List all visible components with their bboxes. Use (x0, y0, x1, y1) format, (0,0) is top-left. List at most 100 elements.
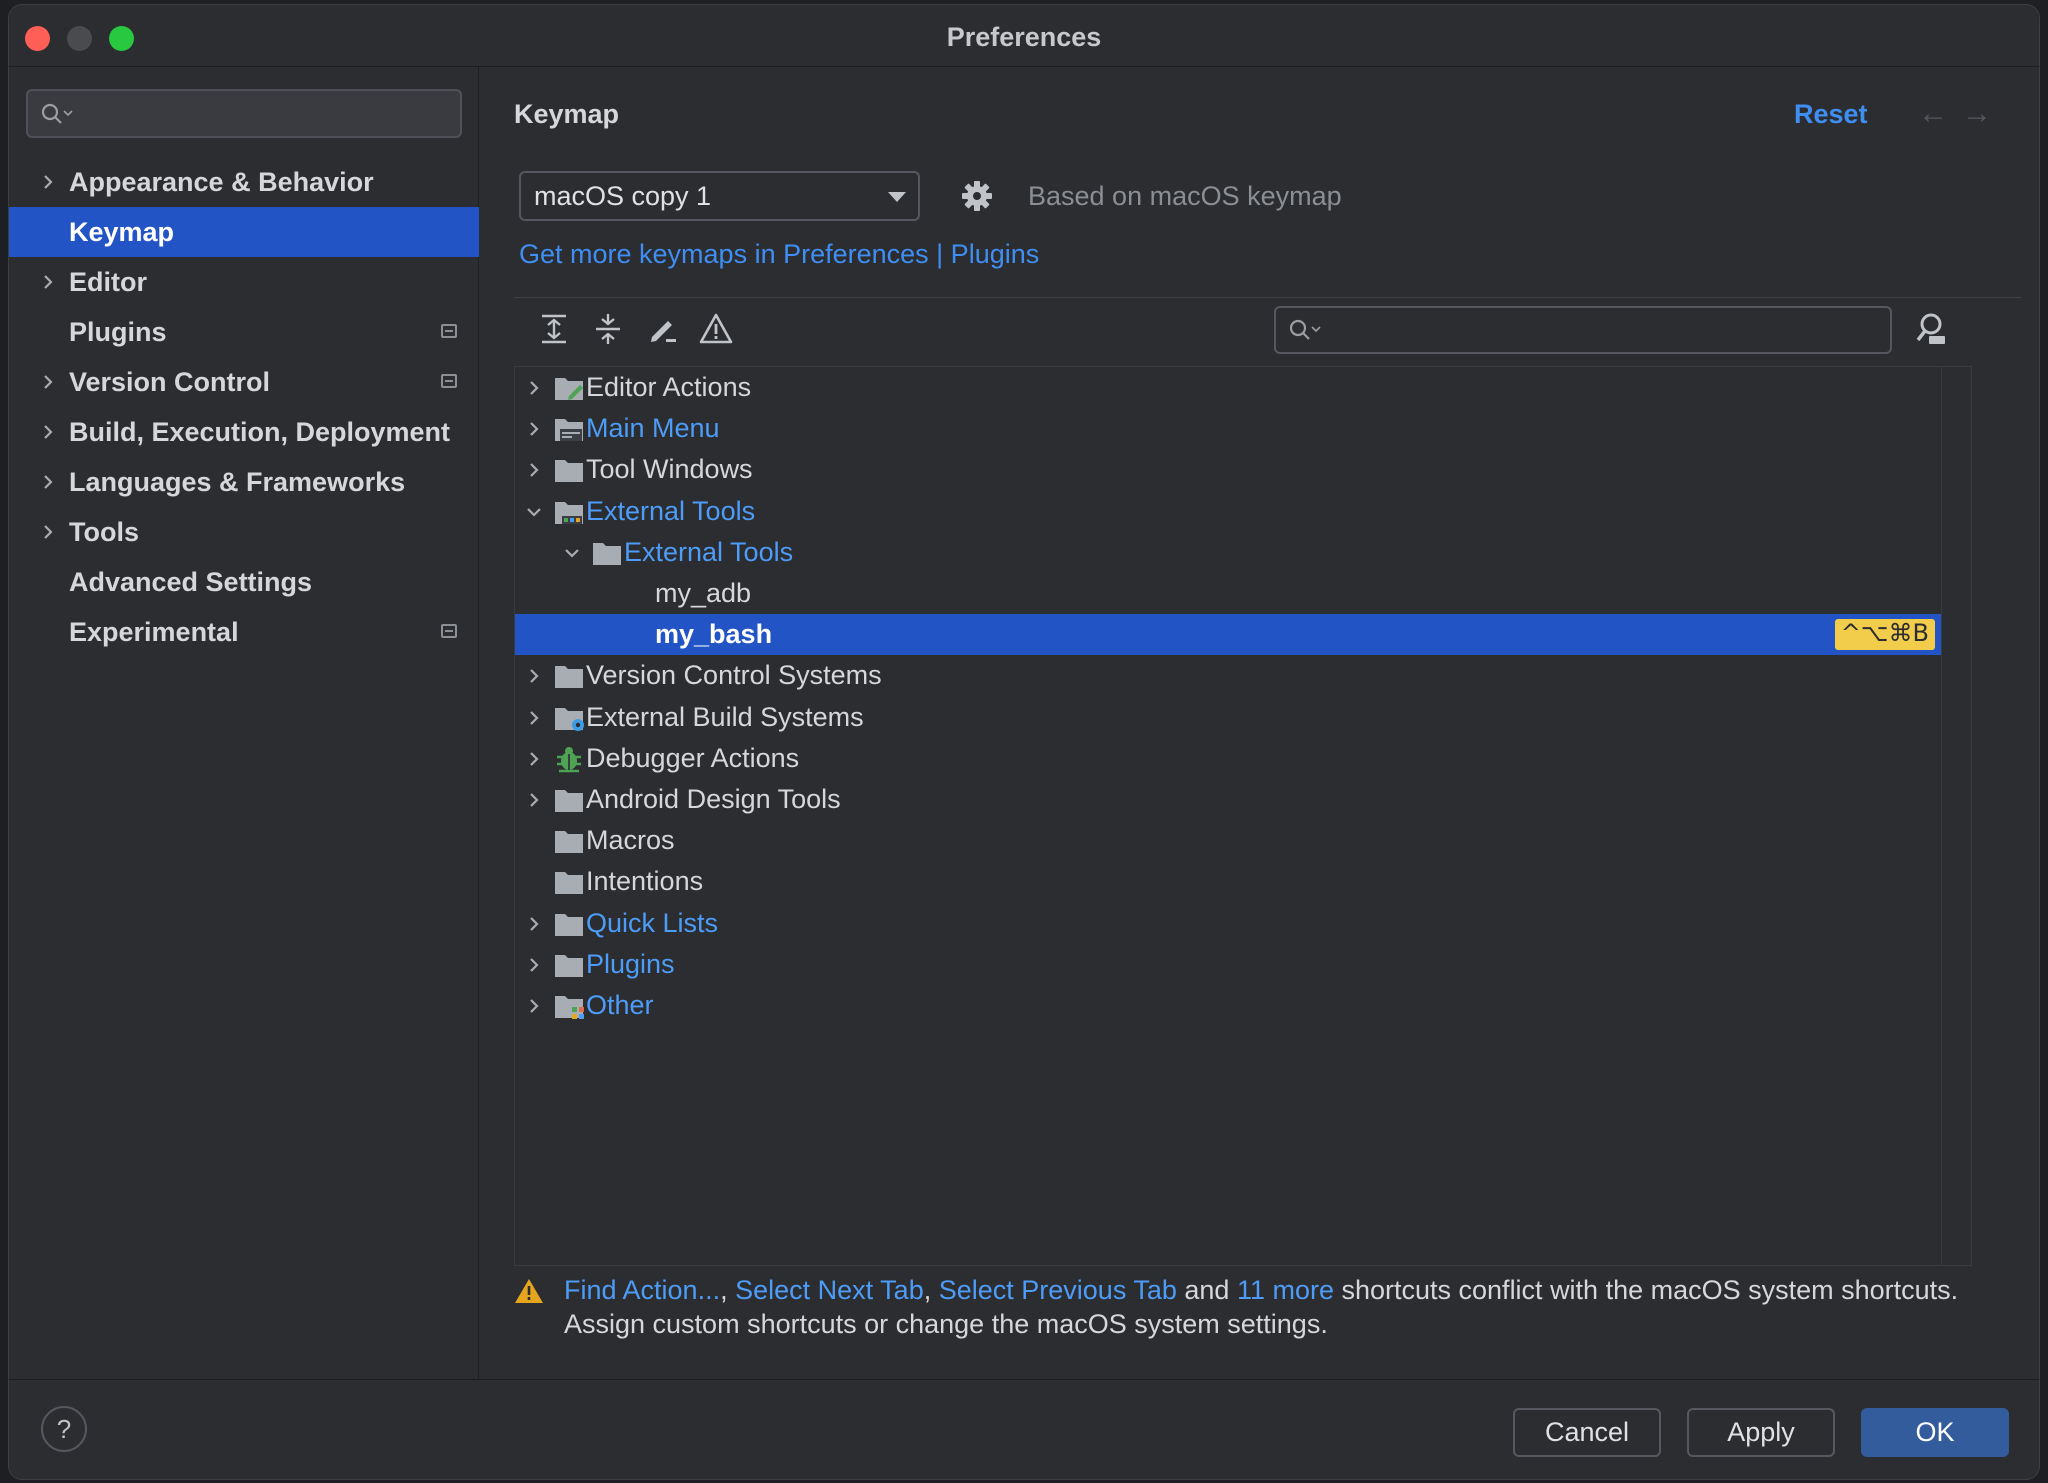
chevron-right-icon[interactable] (39, 173, 57, 191)
back-arrow-icon[interactable]: ← (1918, 97, 1948, 131)
sidebar-item-label: Version Control (69, 367, 271, 397)
warning-line-2: Assign custom shortcuts or change the ma… (564, 1309, 1328, 1339)
folder-icon (555, 419, 583, 442)
sidebar-item-label: Appearance & Behavior (69, 167, 374, 197)
select-previous-tab-link[interactable]: Select Previous Tab (939, 1275, 1177, 1305)
find-by-shortcut-icon[interactable] (1912, 310, 1950, 348)
tree-row[interactable]: Plugins (515, 944, 1941, 985)
folder-icon (555, 707, 584, 731)
sidebar-item-tools[interactable]: Tools (9, 507, 479, 557)
chevron-right-icon[interactable] (525, 379, 543, 397)
apply-button[interactable]: Apply (1687, 1408, 1835, 1457)
search-icon (1289, 319, 1321, 340)
tree-row[interactable]: External Tools (515, 532, 1941, 573)
keymap-select-value: macOS copy 1 (534, 181, 712, 211)
folder-icon (593, 542, 621, 565)
window-title: Preferences (946, 22, 1102, 52)
chevron-down-icon[interactable] (525, 503, 543, 521)
reset-button[interactable]: Reset (1794, 99, 1868, 130)
keymap-action-tree[interactable]: Editor Actions Main Menu Tool Windows Exter… (514, 366, 1972, 1266)
expand-all-icon[interactable] (536, 311, 572, 347)
divider (514, 297, 2021, 298)
chevron-right-icon[interactable] (525, 915, 543, 933)
gear-icon[interactable] (960, 179, 994, 213)
chevron-right-icon[interactable] (525, 709, 543, 727)
keymap-select[interactable]: macOS copy 1 (519, 171, 920, 221)
sidebar-item-editor[interactable]: Editor (9, 257, 479, 307)
tree-row[interactable]: my_adb (515, 573, 1941, 614)
folder-icon (555, 666, 583, 689)
more-conflicts-link[interactable]: 11 more (1237, 1275, 1334, 1305)
warning-text: shortcuts conflict with the macOS system… (1333, 1275, 1959, 1305)
tree-row[interactable]: Editor Actions (515, 367, 1941, 408)
sidebar-item-keymap[interactable]: Keymap (9, 207, 479, 257)
cancel-button[interactable]: Cancel (1513, 1408, 1661, 1457)
tree-row[interactable]: Intentions (515, 861, 1941, 902)
tree-row[interactable]: Version Control Systems (515, 655, 1941, 696)
sidebar-item-experimental[interactable]: Experimental (9, 607, 479, 657)
sidebar-item-build-execution-deployment[interactable]: Build, Execution, Deployment (9, 407, 479, 457)
sidebar-item-label: Keymap (69, 217, 175, 247)
shortcut-conflict-warning: Find Action..., Select Next Tab, Select … (515, 1273, 2024, 1341)
sidebar-item-advanced-settings[interactable]: Advanced Settings (9, 557, 479, 607)
tree-row[interactable]: Tool Windows (515, 449, 1941, 490)
tree-scrollbar[interactable] (1941, 367, 1971, 1265)
action-search-input[interactable] (1274, 306, 1892, 354)
sidebar-item-appearance-behavior[interactable]: Appearance & Behavior (9, 157, 479, 207)
select-next-tab-link[interactable]: Select Next Tab (735, 1275, 924, 1305)
chevron-right-icon[interactable] (525, 667, 543, 685)
sidebar-item-plugins[interactable]: Plugins (9, 307, 479, 357)
sidebar-item-languages-frameworks[interactable]: Languages & Frameworks (9, 457, 479, 507)
settings-search-input[interactable] (26, 89, 462, 138)
tree-row[interactable]: Quick Lists (515, 903, 1941, 944)
warning-separator: , (720, 1275, 736, 1305)
keymap-panel: Keymap Reset ← → macOS copy 1 Based on m… (480, 67, 2039, 1379)
conflicts-warning-icon[interactable] (698, 311, 734, 347)
sidebar-item-label: Experimental (69, 617, 239, 647)
tree-row[interactable]: my_bash ^⌥⌘B (515, 614, 1941, 656)
sidebar-item-label: Editor (69, 267, 147, 297)
tree-row-label: External Tools (624, 536, 794, 567)
plugin-badge-icon (441, 374, 457, 388)
sidebar-item-version-control[interactable]: Version Control (9, 357, 479, 407)
help-button[interactable]: ? (41, 1406, 87, 1452)
chevron-right-icon[interactable] (39, 273, 57, 291)
tree-row[interactable]: Main Menu (515, 408, 1941, 449)
chevron-right-icon[interactable] (525, 997, 543, 1015)
edit-shortcut-icon[interactable] (644, 311, 680, 347)
tree-row[interactable]: External Tools (515, 491, 1941, 532)
folder-icon (555, 501, 583, 524)
tree-row-label: Version Control Systems (586, 660, 882, 691)
forward-arrow-icon[interactable]: → (1962, 97, 1992, 131)
title-bar: Preferences (9, 5, 2039, 67)
tree-row[interactable]: Other (515, 985, 1941, 1026)
warning-line-1: Find Action..., Select Next Tab, Select … (564, 1273, 2024, 1307)
chevron-down-icon[interactable] (563, 544, 581, 562)
chevron-right-icon[interactable] (39, 523, 57, 541)
chevron-right-icon[interactable] (39, 423, 57, 441)
find-action-link[interactable]: Find Action... (564, 1275, 720, 1305)
tree-row[interactable]: Debugger Actions (515, 738, 1941, 779)
folder-icon (555, 831, 583, 854)
chevron-right-icon[interactable] (525, 461, 543, 479)
chevron-right-icon[interactable] (39, 473, 57, 491)
tree-row-label: Intentions (586, 866, 704, 897)
tree-row[interactable]: Android Design Tools (515, 779, 1941, 820)
shortcut-badge: ^⌥⌘B (1834, 619, 1935, 651)
plugin-badge-icon (441, 624, 457, 638)
ok-button[interactable]: OK (1861, 1408, 2009, 1457)
bug-icon (557, 746, 581, 772)
chevron-right-icon[interactable] (525, 791, 543, 809)
tree-row[interactable]: External Build Systems (515, 697, 1941, 738)
chevron-right-icon[interactable] (525, 420, 543, 438)
get-more-keymaps-link[interactable]: Get more keymaps in Preferences | Plugin… (519, 239, 1039, 270)
chevron-right-icon[interactable] (525, 956, 543, 974)
chevron-right-icon[interactable] (525, 750, 543, 768)
chevron-right-icon[interactable] (39, 373, 57, 391)
tree-row[interactable]: Macros (515, 820, 1941, 861)
settings-sidebar: Appearance & Behavior Keymap Editor Plugins… (9, 67, 479, 1379)
tree-row-label: Debugger Actions (586, 742, 800, 773)
collapse-all-icon[interactable] (590, 311, 626, 347)
tree-row-label: Main Menu (586, 413, 720, 444)
dialog-footer: ? Cancel Apply OK (9, 1379, 2039, 1479)
